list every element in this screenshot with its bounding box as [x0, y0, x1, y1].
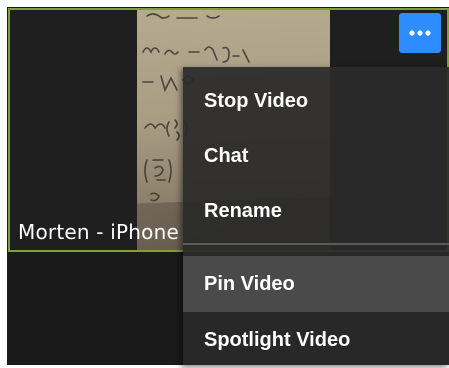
more-horizontal-icon: [409, 30, 431, 36]
meeting-window: Morten - iPhone Stop Video Chat Rename P…: [0, 0, 449, 365]
menu-item-chat[interactable]: Chat: [183, 128, 449, 184]
menu-item-rename[interactable]: Rename: [183, 183, 449, 239]
participant-context-menu: Stop Video Chat Rename Pin Video Spotlig…: [183, 67, 449, 365]
more-options-button[interactable]: [399, 13, 441, 53]
menu-item-pin-video[interactable]: Pin Video: [183, 256, 449, 312]
menu-divider: [183, 243, 449, 245]
menu-item-spotlight-video[interactable]: Spotlight Video: [183, 312, 449, 368]
menu-item-stop-video[interactable]: Stop Video: [183, 73, 449, 129]
participant-name-label: Morten - iPhone: [18, 220, 179, 244]
